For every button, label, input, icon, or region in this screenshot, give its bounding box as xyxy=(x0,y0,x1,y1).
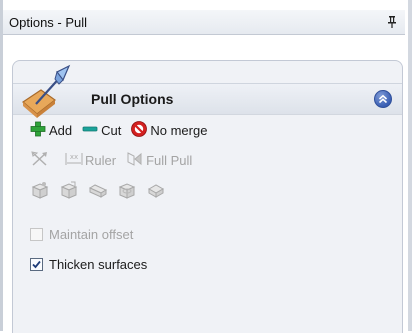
pull-tools-row: xx Ruler Full Pull xyxy=(30,150,192,170)
ruler-label: Ruler xyxy=(85,152,117,168)
sweep-cube-icon[interactable] xyxy=(88,180,108,200)
window-title: Options - Pull xyxy=(9,14,88,30)
svg-text:xx: xx xyxy=(70,153,78,161)
cut-icon xyxy=(82,121,98,140)
cut-label: Cut xyxy=(101,122,122,138)
offset-cube-icon[interactable] xyxy=(59,180,79,200)
panel-title: Pull Options xyxy=(91,91,174,107)
draft-cube-icon[interactable] xyxy=(146,180,166,200)
revolve-cube-icon[interactable] xyxy=(117,180,137,200)
maintain-offset-checkbox[interactable] xyxy=(30,227,43,241)
full-pull-icon xyxy=(126,150,144,171)
pull-options-panel: Pull Options Add Cut No merge xx Ruler F… xyxy=(12,60,403,333)
window-frame-right xyxy=(408,0,412,331)
no-merge-label: No merge xyxy=(150,122,208,138)
no-merge-icon xyxy=(130,120,148,141)
maintain-offset-row: Maintain offset xyxy=(30,225,133,243)
thicken-surfaces-row: Thicken surfaces xyxy=(30,255,147,273)
pin-icon[interactable] xyxy=(385,15,399,29)
pivot-cube-icon[interactable] xyxy=(30,180,50,200)
thicken-surfaces-checkbox[interactable] xyxy=(30,257,43,271)
full-pull-button[interactable]: Full Pull xyxy=(126,150,192,171)
collapse-chevron-icon[interactable] xyxy=(374,90,392,108)
options-titlebar: Options - Pull xyxy=(3,10,405,35)
checkmark-icon xyxy=(32,260,41,268)
thicken-surfaces-label: Thicken surfaces xyxy=(49,256,148,272)
full-pull-label: Full Pull xyxy=(146,152,193,168)
direction-arrows-icon xyxy=(30,150,50,171)
cut-button[interactable]: Cut xyxy=(82,121,121,140)
pull-tool-icon xyxy=(19,60,77,120)
maintain-offset-label: Maintain offset xyxy=(49,226,134,242)
pull-mode-icons-row xyxy=(30,179,166,201)
ruler-button[interactable]: xx Ruler xyxy=(64,150,116,171)
merge-actions-row: Add Cut No merge xyxy=(30,120,207,140)
add-label: Add xyxy=(49,122,73,138)
options-content: Pull Options Add Cut No merge xx Ruler F… xyxy=(3,35,405,333)
no-merge-button[interactable]: No merge xyxy=(130,120,207,141)
pull-options-header[interactable]: Pull Options xyxy=(13,64,402,118)
add-button[interactable]: Add xyxy=(30,121,72,140)
add-icon xyxy=(30,121,46,140)
ruler-icon: xx xyxy=(64,150,84,171)
direction-tool-button[interactable] xyxy=(30,150,50,171)
